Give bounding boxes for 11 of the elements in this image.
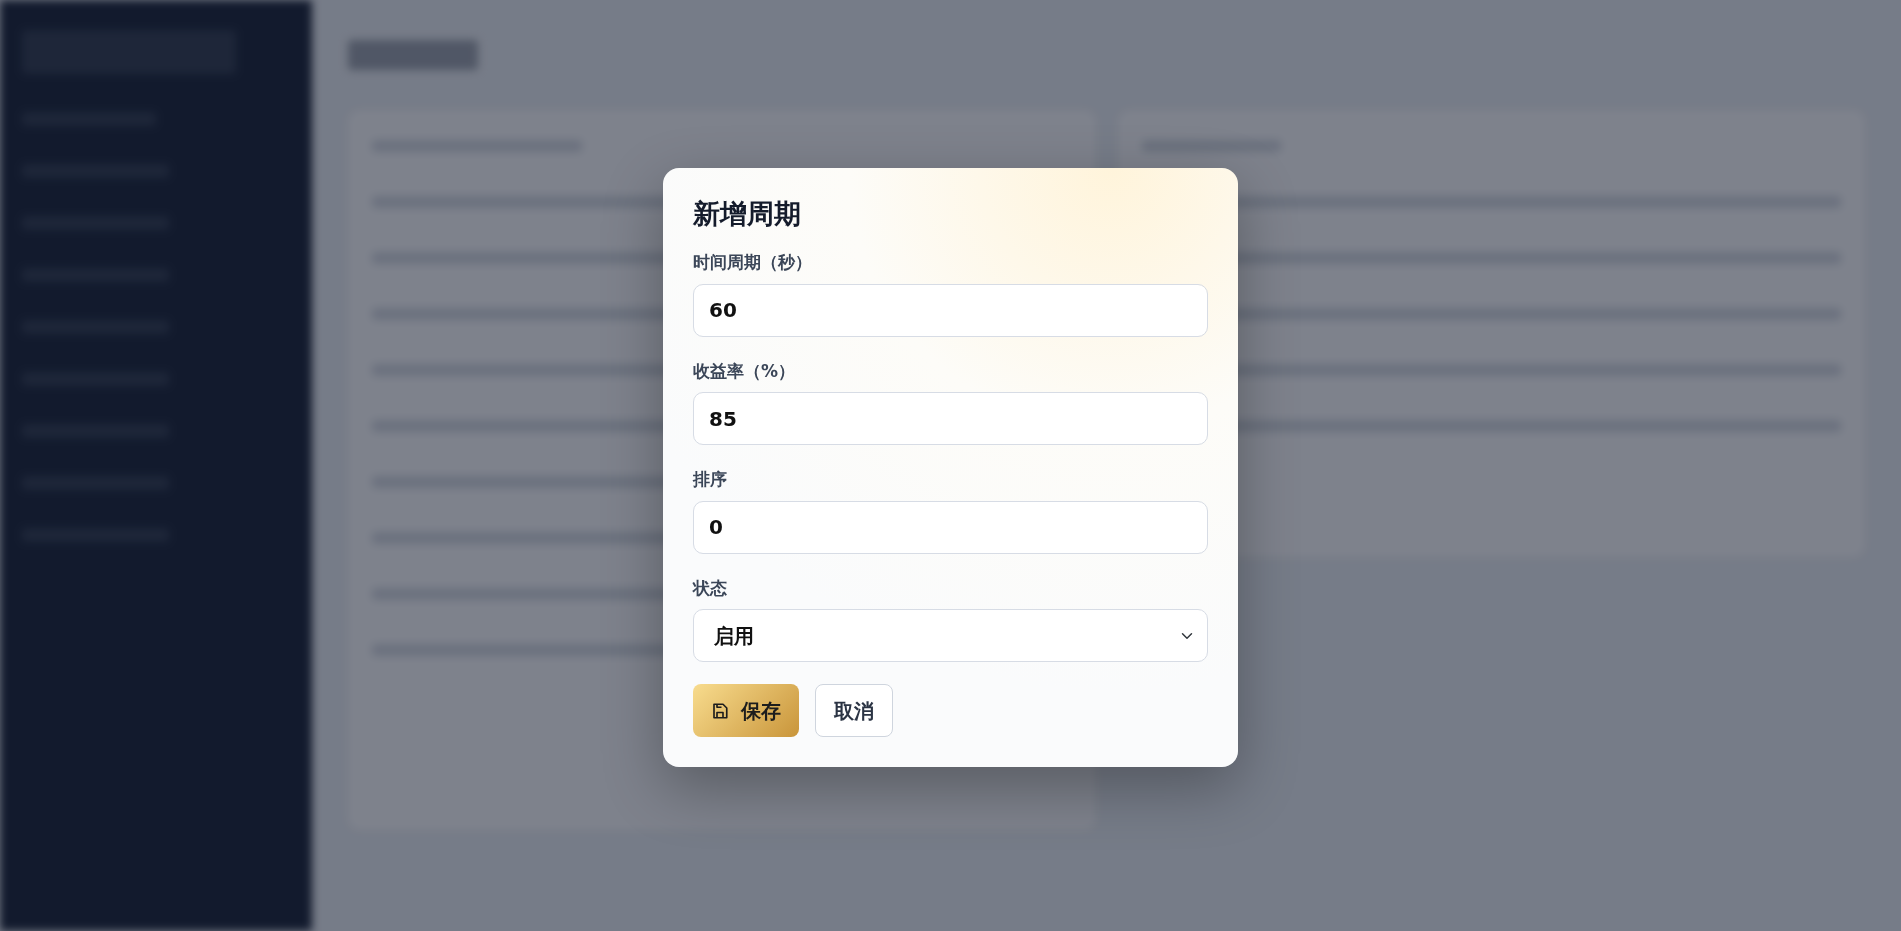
field-label: 状态 <box>693 576 728 600</box>
status-dropdown[interactable]: 启用 <box>693 609 1208 663</box>
text-input-field[interactable]: 85 <box>693 392 1208 446</box>
field-label: 排序 <box>693 468 728 492</box>
field-label: 收益率（%） <box>693 359 797 383</box>
text-input-field[interactable]: 60 <box>693 283 1208 337</box>
text-input-field[interactable]: 0 <box>693 500 1208 554</box>
field-label: 时间周期（秒） <box>693 251 813 275</box>
cancel-button[interactable]: 取消 <box>815 684 893 738</box>
dialog-title: 新增周期 <box>693 198 802 231</box>
save-button[interactable]: 保存 <box>693 684 799 738</box>
